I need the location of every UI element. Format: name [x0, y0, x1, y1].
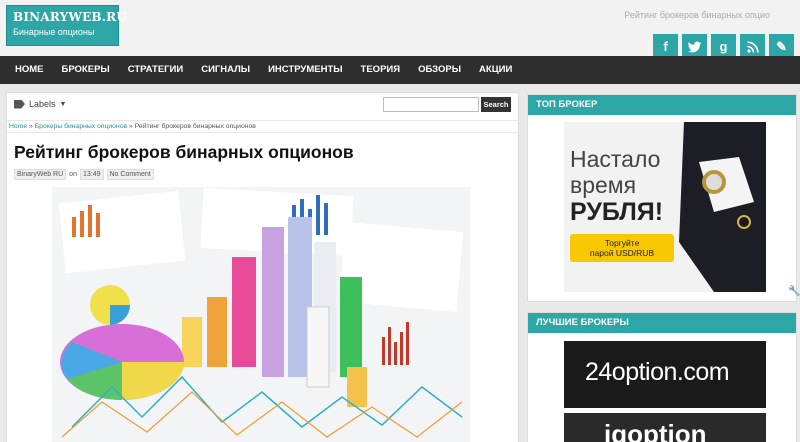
nav-home[interactable]: HOME	[6, 56, 53, 84]
logo-title: BINARYWEB.RU	[13, 10, 127, 24]
breadcrumb: Home » Брокеры бинарных опционов » Рейти…	[7, 120, 518, 133]
wrench-icon[interactable]: 🔧	[788, 286, 800, 297]
site-logo[interactable]: BINARYWEB.RU Бинарные опционы	[6, 5, 127, 46]
logo-subtitle: Бинарные опционы	[13, 27, 95, 37]
banner-ruble-text: РУБЛЯ!	[570, 198, 664, 226]
nav-brokers[interactable]: БРОКЕРЫ	[53, 56, 119, 84]
search-input[interactable]	[383, 97, 479, 112]
tag-icon	[14, 99, 25, 109]
nav-signals[interactable]: СИГНАЛЫ	[192, 56, 259, 84]
labels-dropdown[interactable]: Labels ▼	[14, 99, 66, 109]
nav-promotions[interactable]: АКЦИИ	[470, 56, 521, 84]
nav-strategies[interactable]: СТРАТЕГИИ	[119, 56, 193, 84]
banner-headline: Настало время	[570, 146, 660, 198]
main-content: Labels ▼ Search Home » Брокеры бинарных …	[6, 92, 519, 442]
post-meta: BinaryWeb RU on 13:49 No Comment	[14, 169, 154, 180]
main-nav: HOME БРОКЕРЫ СТРАТЕГИИ СИГНАЛЫ ИНСТРУМЕН…	[0, 56, 800, 84]
banner-line1: Настало	[570, 146, 661, 172]
nav-theory[interactable]: ТЕОРИЯ	[352, 56, 410, 84]
banner-line2: время	[570, 172, 637, 198]
nav-reviews[interactable]: ОБЗОРЫ	[409, 56, 470, 84]
widget-top-broker: ТОП БРОКЕР Настало время РУБЛЯ! Торгуйте…	[527, 94, 797, 302]
post-image	[52, 187, 470, 442]
site-header: BINARYWEB.RU Бинарные опционы Рейтинг бр…	[0, 0, 800, 59]
breadcrumb-category[interactable]: Брокеры бинарных опционов	[35, 123, 127, 130]
widget-title: ТОП БРОКЕР	[528, 95, 796, 115]
charts-illustration	[52, 187, 470, 442]
ruble-banner-ad[interactable]: Настало время РУБЛЯ! Торгуйте парой USD/…	[564, 122, 766, 292]
post-author[interactable]: BinaryWeb RU	[14, 169, 67, 180]
widget-title: ЛУЧШИЕ БРОКЕРЫ	[528, 313, 796, 333]
nav-tools[interactable]: ИНСТРУМЕНТЫ	[259, 56, 351, 84]
iqoption-banner[interactable]: iqoption	[564, 413, 766, 442]
post-time-prefix: on	[69, 171, 77, 178]
search-button[interactable]: Search	[481, 97, 511, 112]
post-time: 13:49	[79, 169, 104, 180]
24option-banner[interactable]: 24option.com	[564, 341, 766, 408]
breadcrumb-separator: »	[129, 123, 133, 130]
post-comments[interactable]: No Comment	[106, 169, 154, 180]
banner-trade-button[interactable]: Торгуйте парой USD/RUB	[570, 234, 674, 262]
post-title[interactable]: Рейтинг брокеров бинарных опционов	[14, 142, 354, 163]
labels-label: Labels	[29, 99, 56, 109]
chevron-down-icon: ▼	[59, 100, 67, 108]
breadcrumb-current: Рейтинг брокеров бинарных опционов	[134, 123, 256, 130]
24option-logo-text: 24option.com	[585, 358, 730, 386]
breadcrumb-separator: »	[29, 123, 33, 130]
header-tagline: Рейтинг брокеров бинарных опцио	[624, 10, 770, 20]
widget-best-brokers: ЛУЧШИЕ БРОКЕРЫ 24option.com iqoption	[527, 312, 797, 442]
iqoption-logo-text: iqoption	[604, 419, 707, 442]
breadcrumb-home[interactable]: Home	[9, 123, 27, 130]
labels-bar: Labels ▼ Search	[7, 93, 518, 119]
